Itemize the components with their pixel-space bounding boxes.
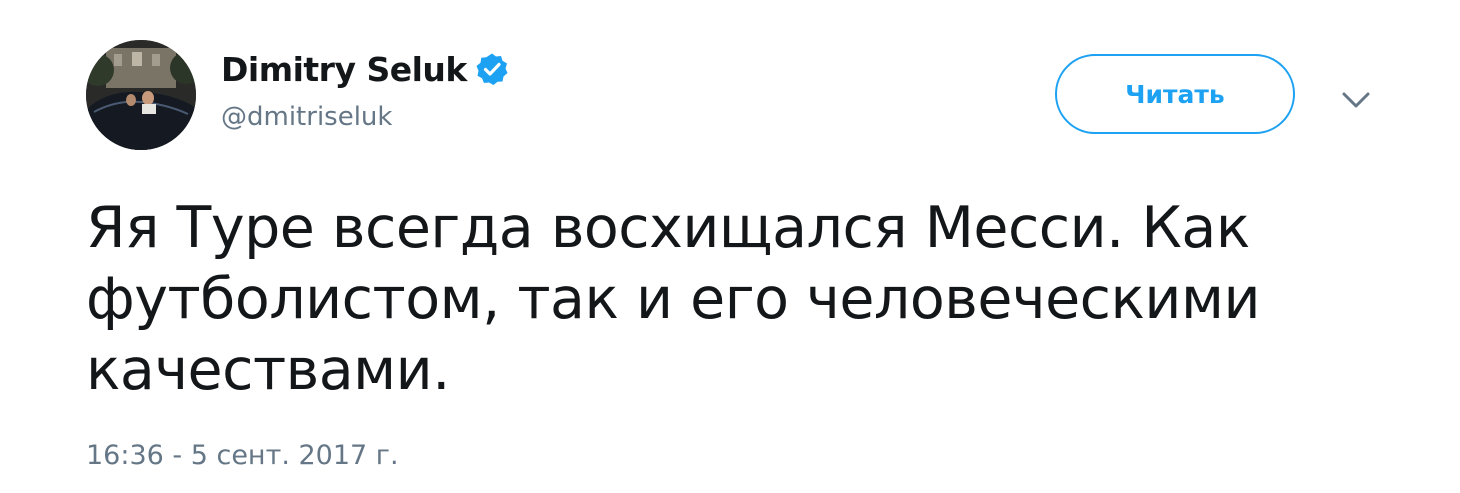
author-name-row: Dimitry Seluk	[221, 47, 509, 91]
tweet-timestamp[interactable]: 16:36 - 5 сент. 2017 г.	[86, 440, 399, 471]
tweet-text-line: Яя Туре всегда восхищался Месси. Как	[86, 195, 1250, 261]
tweet-text-line: футболистом, так и его человеческими	[86, 266, 1261, 332]
avatar[interactable]	[86, 40, 196, 150]
follow-button[interactable]: Читать	[1055, 54, 1295, 134]
chevron-down-icon[interactable]	[1338, 84, 1374, 114]
tweet-card: Dimitry Seluk @dmitriseluk Читать Яя Тур…	[0, 0, 1460, 493]
verified-badge-icon	[475, 52, 509, 86]
author-handle[interactable]: @dmitriseluk	[221, 102, 392, 132]
author-display-name[interactable]: Dimitry Seluk	[221, 50, 467, 89]
avatar-photo	[86, 40, 196, 150]
tweet-text: Яя Туре всегда восхищался Месси. Как фут…	[86, 193, 1316, 406]
tweet-text-line: качествами.	[86, 337, 450, 403]
